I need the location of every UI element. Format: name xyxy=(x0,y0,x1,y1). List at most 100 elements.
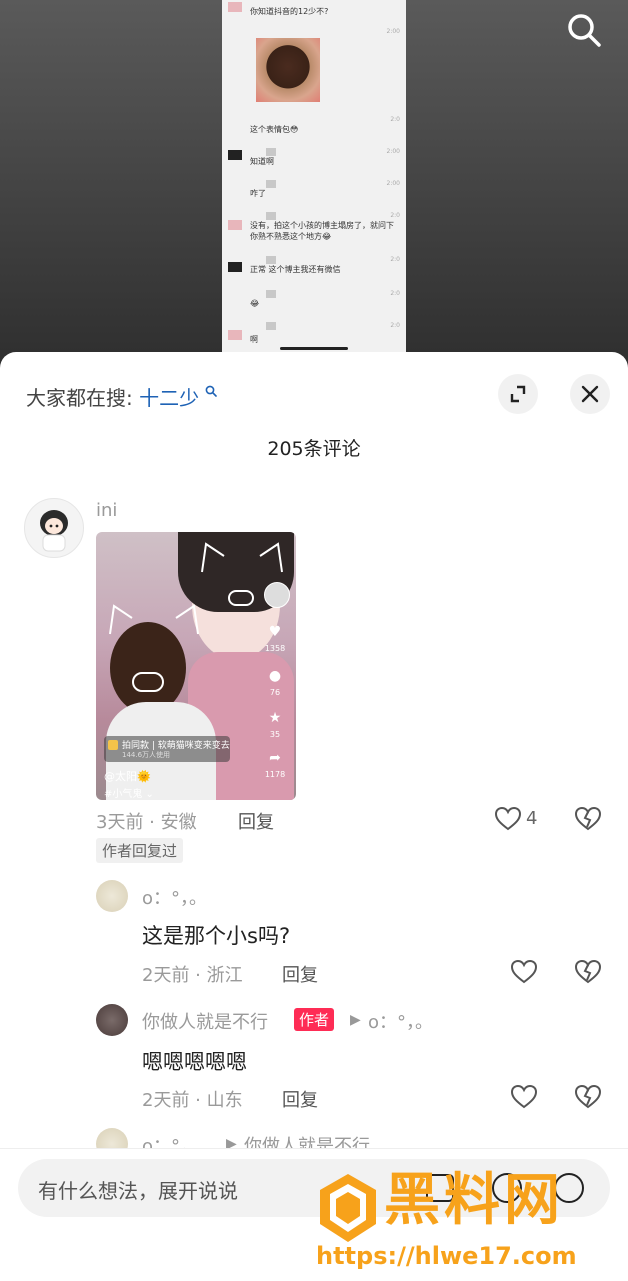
chat-avatar xyxy=(228,150,242,160)
chat-avatar xyxy=(228,2,242,12)
comment-username[interactable]: 你做人就是不行 xyxy=(142,1008,268,1034)
reply-button[interactable]: 回复 xyxy=(238,808,274,834)
chat-time: 2:0 xyxy=(390,256,400,263)
dislike-button[interactable] xyxy=(574,805,602,833)
chat-name xyxy=(266,148,276,156)
thumb-share-count: 1178 xyxy=(264,770,286,779)
close-icon xyxy=(581,385,599,403)
chat-name xyxy=(266,322,276,330)
comment-text: 嗯嗯嗯嗯嗯 xyxy=(142,1050,247,1074)
watermark-brand: 黑料网 xyxy=(384,1168,564,1233)
chat-message: 2:00 xyxy=(228,28,400,108)
thumb-like-count: 1358 xyxy=(264,644,286,653)
chat-avatar xyxy=(228,220,242,230)
avatar[interactable] xyxy=(96,1004,128,1036)
home-indicator xyxy=(280,347,348,350)
thumb-hashtag: #小气鬼 ⌄ xyxy=(104,789,154,800)
like-count: 4 xyxy=(526,808,538,829)
watermark-url: https://hlwe17.com xyxy=(316,1242,577,1270)
broken-heart-icon xyxy=(574,959,602,984)
thumb-comment-icon: ● xyxy=(268,668,282,684)
dislike-button[interactable] xyxy=(574,958,602,986)
reply-arrow-icon: ▶ xyxy=(350,1012,361,1028)
chat-message: 你知道抖音的12少不? xyxy=(228,2,400,20)
author-replied-badge: 作者回复过 xyxy=(96,838,184,863)
chat-name xyxy=(266,256,276,264)
comment-username[interactable]: ini xyxy=(96,500,117,521)
chat-text: 正常 这个博主我还有微信 xyxy=(250,265,341,274)
thumb-star-count: 35 xyxy=(269,730,281,739)
chat-message: 2:00 知道啊 xyxy=(228,148,400,170)
chat-text: 你知道抖音的12少不? xyxy=(250,7,329,16)
chat-message: 2:0 没有，拍这个小孩的博主塌房了，就问下你熟不熟悉这个地方😂 xyxy=(228,212,400,248)
effect-users: 144.6万人使用 xyxy=(122,751,171,759)
comment-text: 这是那个小s吗? xyxy=(142,924,291,948)
search-small-icon xyxy=(206,385,218,398)
watermark-logo xyxy=(320,1174,376,1242)
comment-meta: 3天前 · 安徽 xyxy=(96,812,197,833)
author-tag: 作者 xyxy=(294,1008,335,1031)
thumb-like-icon: ♥ xyxy=(268,624,282,640)
expand-icon xyxy=(510,385,526,403)
search-icon[interactable] xyxy=(564,10,604,50)
chat-message: 2:0 啊 xyxy=(228,322,400,344)
chat-time: 2:00 xyxy=(386,180,400,187)
comment-meta: 2天前 · 山东 xyxy=(142,1090,243,1111)
thumb-share-icon: ➦ xyxy=(269,750,281,766)
thumb-effect-pill: 拍同款 | 软萌猫咪变来变去 144.6万人使用 xyxy=(104,736,230,762)
chat-image xyxy=(256,38,320,102)
broken-heart-icon xyxy=(574,1084,602,1109)
chat-time: 2:00 xyxy=(386,28,400,35)
watermark: 黑料网 https://hlwe17.com xyxy=(316,1168,620,1278)
like-button[interactable] xyxy=(510,1083,538,1111)
comment-meta: 2天前 · 浙江 xyxy=(142,965,243,986)
video-chat-screenshot: 你知道抖音的12少不? 2:00 2:0 这个表情包😳 2:00 知道啊 2:0… xyxy=(222,0,406,360)
chat-time: 2:0 xyxy=(390,212,400,219)
thumb-comment-count: 76 xyxy=(269,688,281,697)
chat-time: 2:00 xyxy=(386,148,400,155)
hot-search-prefix: 大家都在搜: xyxy=(26,386,133,410)
chat-name xyxy=(266,290,276,298)
thumb-author-avatar xyxy=(264,582,290,608)
avatar[interactable] xyxy=(96,880,128,912)
chat-text: 这个表情包😳 xyxy=(250,125,299,134)
chat-text: 没有，拍这个小孩的博主塌房了，就问下你熟不熟悉这个地方😂 xyxy=(250,221,394,241)
chat-name xyxy=(266,180,276,188)
chat-time: 2:0 xyxy=(390,116,400,123)
thumb-star-icon: ★ xyxy=(268,710,282,726)
dislike-button[interactable] xyxy=(574,1083,602,1111)
avatar[interactable] xyxy=(24,498,84,558)
chat-text: 咋了 xyxy=(250,189,266,198)
comment-count: 205条评论 xyxy=(267,438,361,460)
hot-search-term[interactable]: 十二少 xyxy=(139,386,199,410)
heart-icon xyxy=(510,1084,538,1109)
chat-avatar xyxy=(228,262,242,272)
effect-icon xyxy=(108,740,118,750)
chat-message: 2:0 😂 xyxy=(228,290,400,312)
chat-time: 2:0 xyxy=(390,322,400,329)
chat-text: 知道啊 xyxy=(250,157,274,166)
chat-message: 2:0 正常 这个博主我还有微信 xyxy=(228,256,400,278)
heart-icon xyxy=(494,806,522,831)
comment-username[interactable]: o：°，。 xyxy=(142,884,207,910)
heart-icon xyxy=(510,959,538,984)
reply-button[interactable]: 回复 xyxy=(282,1086,318,1112)
thumb-author: @太阳🌞 xyxy=(104,770,151,783)
chat-text: 😂 xyxy=(250,299,260,308)
chat-time: 2:0 xyxy=(390,290,400,297)
like-button[interactable] xyxy=(510,958,538,986)
reply-button[interactable]: 回复 xyxy=(282,961,318,987)
comment-input-placeholder: 有什么想法，展开说说 xyxy=(38,1179,238,1203)
like-button[interactable] xyxy=(494,805,522,833)
chat-message: 2:00 咋了 xyxy=(228,180,400,202)
close-button[interactable] xyxy=(570,374,610,414)
hot-search[interactable]: 大家都在搜: 十二少 xyxy=(26,382,218,411)
expand-button[interactable] xyxy=(498,374,538,414)
chat-text: 啊 xyxy=(250,335,258,344)
chat-avatar xyxy=(228,330,242,340)
broken-heart-icon xyxy=(574,806,602,831)
reply-to-username[interactable]: o：°，。 xyxy=(368,1008,433,1034)
chat-name xyxy=(266,212,276,220)
comment-video-thumbnail[interactable]: ♥ 1358 ● 76 ★ 35 ➦ 1178 拍同款 | 软萌猫咪变来变去 1… xyxy=(96,532,296,800)
chat-message: 2:0 这个表情包😳 xyxy=(228,116,400,138)
